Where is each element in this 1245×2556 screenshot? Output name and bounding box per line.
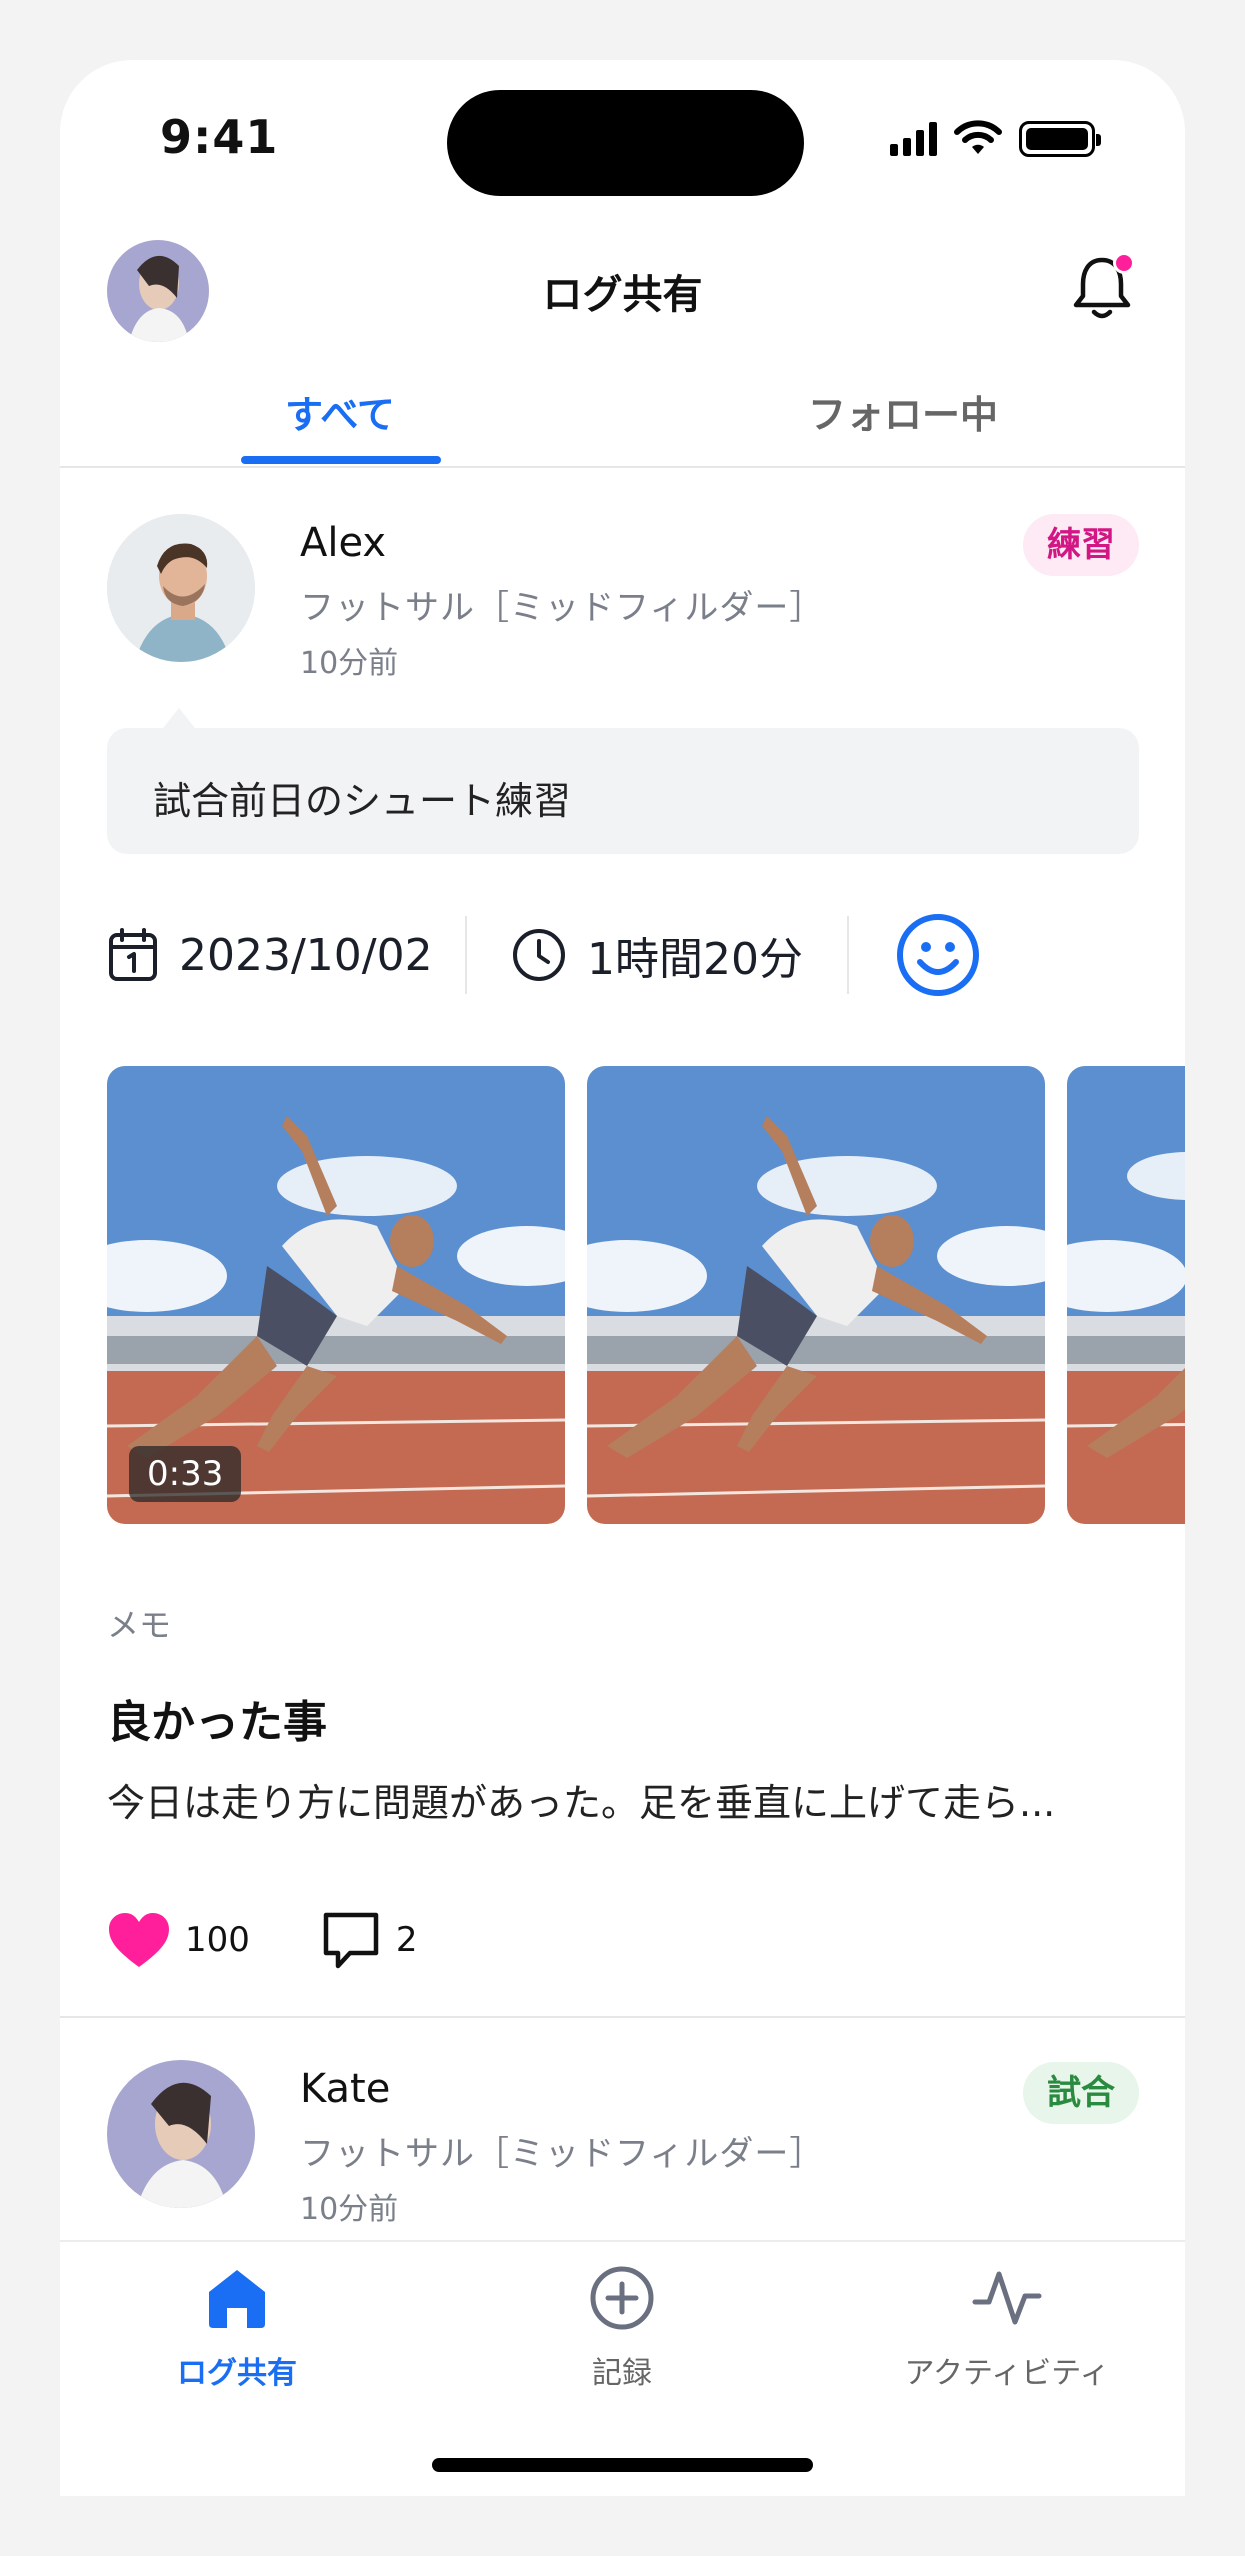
nav-label: ログ共有: [177, 2356, 297, 2391]
like-count: 100: [185, 1920, 250, 1960]
status-icons: [890, 120, 1101, 158]
tab-following[interactable]: フォロー中: [808, 384, 998, 439]
photo-thumbnail[interactable]: 0:33: [107, 1066, 565, 1524]
practice-badge: 練習: [1023, 514, 1139, 576]
post-user-sport: フットサル［ミッドフィルダー］: [300, 2134, 825, 2174]
nav-label: アクティビティ: [904, 2356, 1110, 2391]
photo-thumbnail[interactable]: [1067, 1066, 1185, 1524]
nav-item-log-share[interactable]: ログ共有: [87, 2262, 387, 2392]
post-time: 10分前: [300, 2192, 399, 2227]
heart-icon: [109, 1913, 169, 1967]
feed-tabs: すべて フォロー中: [60, 370, 1185, 468]
photo-carousel[interactable]: 0:33: [107, 1066, 1185, 1524]
mood-indicator[interactable]: [895, 912, 981, 998]
tab-indicator: [241, 456, 441, 464]
nav-label: 記録: [592, 2356, 652, 2391]
page-title: ログ共有: [542, 272, 703, 318]
photo-thumbnail[interactable]: [587, 1066, 1045, 1524]
clock-icon: [513, 929, 565, 981]
post-user-name[interactable]: Kate: [300, 2066, 390, 2112]
post-time: 10分前: [300, 646, 399, 681]
smile-icon: [897, 914, 979, 996]
comment-button[interactable]: 2: [320, 1909, 418, 1971]
nav-item-record[interactable]: 記録: [472, 2262, 772, 2392]
match-badge: 試合: [1023, 2062, 1139, 2124]
comment-count: 2: [395, 1920, 418, 1960]
like-button[interactable]: 100: [107, 1911, 250, 1969]
post-separator: [60, 2016, 1185, 2018]
calendar-icon: [109, 928, 157, 981]
post-duration: 1時間20分: [511, 912, 803, 998]
post-avatar[interactable]: [107, 514, 255, 662]
post-date-text: 2023/10/02: [179, 929, 433, 981]
notifications-button[interactable]: [1069, 252, 1135, 322]
post-duration-text: 1時間20分: [587, 934, 803, 985]
meta-divider: [847, 916, 849, 994]
post-caption-bubble: 試合前日のシュート練習: [107, 708, 1139, 854]
status-time: 9:41: [160, 110, 279, 164]
notification-dot: [1113, 252, 1135, 274]
post-avatar[interactable]: [107, 2060, 255, 2208]
comment-icon: [323, 1912, 379, 1969]
post-caption: 試合前日のシュート練習: [153, 779, 572, 823]
memo-title: 良かった事: [107, 1697, 327, 1748]
meta-divider: [465, 916, 467, 994]
home-indicator[interactable]: [432, 2458, 813, 2472]
activity-icon: [972, 2271, 1042, 2325]
home-icon: [209, 2270, 265, 2328]
plus-circle-icon: [590, 2266, 654, 2330]
dynamic-island: [447, 90, 804, 196]
post-meta-row: 2023/10/02 1時間20分: [107, 912, 1139, 998]
post-date: 2023/10/02: [107, 912, 433, 998]
memo-body[interactable]: 今日は走り方に問題があった。足を垂直に上げて走ら...: [107, 1772, 1055, 1827]
battery-icon: [1019, 121, 1101, 157]
post-user-sport: フットサル［ミッドフィルダー］: [300, 588, 825, 628]
wifi-icon: [954, 120, 1002, 154]
memo-label: メモ: [107, 1606, 172, 1644]
tab-all[interactable]: すべて: [285, 384, 395, 439]
post-actions: 100 2: [107, 1900, 488, 1980]
video-duration: 0:33: [129, 1446, 242, 1502]
signal-icon: [890, 122, 937, 156]
post-user-name[interactable]: Alex: [300, 520, 386, 566]
nav-item-activity[interactable]: アクティビティ: [857, 2262, 1157, 2392]
